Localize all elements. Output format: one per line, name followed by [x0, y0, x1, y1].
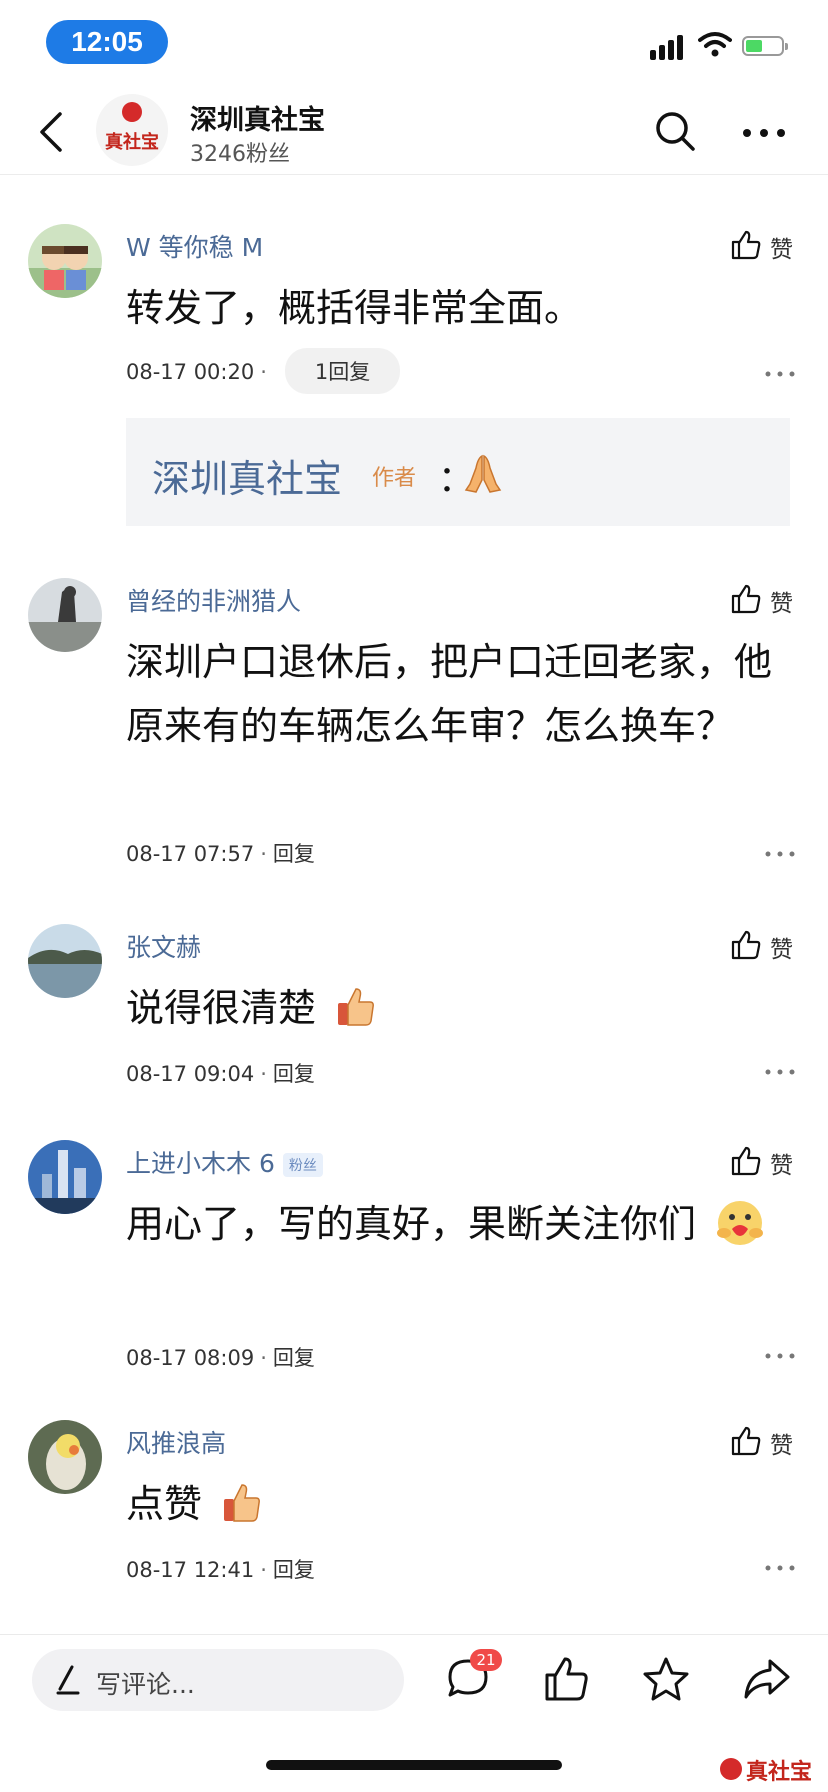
account-name[interactable]: 深圳真社宝	[190, 98, 325, 137]
comment-username[interactable]: 风推浪高	[126, 1424, 226, 1460]
like-button[interactable]: 赞	[730, 582, 800, 617]
thumbs-up-icon	[731, 230, 761, 260]
comment-text: 点赞	[126, 1472, 802, 1536]
comment-more-icon[interactable]	[764, 1352, 796, 1360]
back-icon[interactable]	[34, 110, 74, 154]
watermark-logo-icon	[720, 1758, 742, 1780]
like-button[interactable]: 赞	[730, 228, 800, 263]
comment-more-icon[interactable]	[764, 370, 796, 378]
watermark-text: 真社宝	[746, 1760, 813, 1785]
like-button[interactable]: 赞	[730, 1424, 800, 1459]
comment-more-icon[interactable]	[764, 1564, 796, 1572]
comment-date: 08-17 09:04	[126, 1062, 255, 1086]
comment-text: 转发了，概括得非常全面。	[126, 286, 583, 330]
comment-text: 用心了，写的真好，果断关注你们	[126, 1192, 802, 1256]
comment-meta: 08-17 09:04 · 回复	[126, 1062, 315, 1086]
comment-text-content: 点赞	[126, 1482, 203, 1526]
heart-hug-emoji-icon	[717, 1201, 764, 1245]
author-reply-name: 深圳真社宝	[152, 457, 343, 501]
thumbs-up-icon	[731, 1426, 761, 1456]
thumbs-up-icon	[731, 1146, 761, 1176]
comment-item: W 等你稳 M 赞 转发了，概括得非常全面。 08-17 00:20 · 1回复 深…	[0, 224, 828, 544]
thumbs-up-emoji-icon	[338, 988, 375, 1026]
share-arrow-icon[interactable]	[742, 1655, 790, 1703]
user-avatar[interactable]	[28, 1420, 102, 1494]
comment-username[interactable]: 张文赫	[126, 928, 201, 964]
user-avatar[interactable]	[28, 224, 102, 298]
comment-text: 深圳户口退休后，把户口迁回老家，他原来有的车辆怎么年审？怎么换车？	[126, 640, 773, 748]
user-avatar[interactable]	[28, 924, 102, 998]
comment-text-content: 说得很清楚	[126, 986, 317, 1030]
bottom-action-bar: 写评论... 21	[0, 1634, 828, 1735]
search-icon[interactable]	[654, 110, 696, 152]
thumbs-up-icon	[731, 584, 761, 614]
comment-date: 08-17 08:09	[126, 1346, 255, 1370]
status-bar: 12:05	[0, 0, 828, 88]
comment-count-badge: 21	[470, 1649, 502, 1671]
comment-date: 08-17 00:20	[126, 360, 255, 384]
reply-button[interactable]: 回复	[273, 1062, 315, 1086]
comment-text: 说得很清楚	[126, 976, 802, 1040]
comment-username[interactable]: 曾经的非洲猎人	[126, 582, 301, 618]
comment-date: 08-17 12:41	[126, 1558, 255, 1582]
comment-item: 张文赫 赞 说得很清楚 08-17 09:04 · 回复	[0, 924, 828, 1094]
status-time: 12:05	[46, 20, 168, 64]
header: 真社宝 深圳真社宝 3246粉丝	[0, 88, 828, 175]
thumbs-up-icon	[731, 930, 761, 960]
comment-meta: 08-17 07:57 · 回复	[126, 842, 315, 866]
write-comment-input[interactable]: 写评论...	[32, 1649, 404, 1711]
like-label: 赞	[770, 937, 793, 963]
author-reply-preview[interactable]: 深圳真社宝 作者 ：	[126, 418, 790, 526]
author-tag: 作者	[372, 466, 417, 491]
pen-icon	[56, 1665, 80, 1695]
like-article-icon[interactable]	[542, 1655, 590, 1703]
wifi-icon	[698, 32, 732, 57]
like-label: 赞	[770, 237, 793, 263]
like-label: 赞	[770, 1433, 793, 1459]
brand-logo-icon	[122, 102, 142, 122]
fan-badge: 粉丝	[282, 1153, 323, 1177]
like-button[interactable]: 赞	[730, 928, 800, 963]
reply-button[interactable]: 回复	[273, 842, 315, 866]
battery-icon	[742, 36, 788, 56]
more-options-icon[interactable]	[742, 128, 786, 138]
reply-button[interactable]: 回复	[273, 1558, 315, 1582]
watermark: 真社宝	[720, 1750, 824, 1788]
pray-emoji-icon	[464, 454, 502, 493]
reply-count-button[interactable]: 1回复	[284, 348, 401, 394]
user-avatar[interactable]	[28, 1140, 102, 1214]
comment-date: 08-17 07:57	[126, 842, 255, 866]
like-label: 赞	[770, 591, 793, 617]
comment-placeholder: 写评论...	[96, 1670, 195, 1699]
comment-more-icon[interactable]	[764, 1068, 796, 1076]
comment-more-icon[interactable]	[764, 850, 796, 858]
follower-count: 3246粉丝	[190, 142, 290, 167]
comment-item: 上进小木木 6 粉丝 赞 用心了，写的真好，果断关注你们 08-17 08:09 ·…	[0, 1140, 828, 1380]
cellular-signal-icon	[650, 34, 686, 60]
comment-username[interactable]: W 等你稳 M	[126, 228, 263, 264]
user-avatar[interactable]	[28, 578, 102, 652]
home-indicator[interactable]	[266, 1760, 562, 1770]
reply-button[interactable]: 回复	[273, 1346, 315, 1370]
like-button[interactable]: 赞	[730, 1144, 800, 1179]
favorite-star-icon[interactable]	[642, 1655, 690, 1703]
comment-text-content: 用心了，写的真好，果断关注你们	[126, 1202, 697, 1246]
thumbs-up-emoji-icon	[224, 1484, 261, 1522]
account-avatar[interactable]: 真社宝	[96, 94, 168, 166]
comment-username: 上进小木木 6 粉丝	[126, 1144, 323, 1180]
comment-meta: 08-17 12:41 · 回复	[126, 1558, 315, 1582]
like-label: 赞	[770, 1153, 793, 1179]
comment-item: 风推浪高 赞 点赞 08-17 12:41 · 回复	[0, 1420, 828, 1590]
comment-item: 曾经的非洲猎人 赞 深圳户口退休后，把户口迁回老家，他原来有的车辆怎么年审？怎么…	[0, 578, 828, 878]
comment-meta: 08-17 00:20 · 1回复	[126, 348, 401, 394]
comment-username-text[interactable]: 上进小木木 6	[126, 1149, 275, 1178]
comment-meta: 08-17 08:09 · 回复	[126, 1346, 315, 1370]
avatar-logo-text: 真社宝	[105, 132, 159, 153]
